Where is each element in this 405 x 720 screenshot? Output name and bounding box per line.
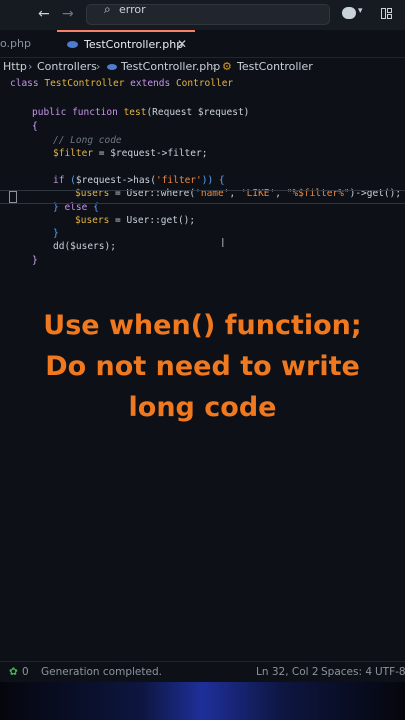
breadcrumb-file[interactable]: TestController.php [121, 60, 220, 73]
forward-arrow-icon[interactable]: → [62, 6, 74, 22]
cursor-position[interactable]: Ln 32, Col 2 [256, 666, 319, 678]
editor-tabs: o.php TestController.php ✕ [0, 30, 405, 58]
problems-count[interactable]: 0 [22, 666, 29, 678]
search-icon: ⌕ [104, 2, 111, 16]
php-file-icon [107, 64, 117, 70]
mouse-text-cursor-icon: I [221, 236, 225, 250]
caption-line-2: Do not need to write [45, 351, 360, 382]
php-file-icon [67, 41, 78, 48]
problems-icon[interactable]: ✿ [9, 666, 18, 678]
code-line: if ($request->has('filter')) { [53, 175, 225, 186]
close-icon[interactable]: ✕ [177, 32, 187, 57]
layout-icon[interactable] [381, 8, 392, 19]
breadcrumb-controllers[interactable]: Controllers [37, 60, 97, 73]
breadcrumb: Http › Controllers › TestController.php … [0, 60, 405, 76]
chevron-down-icon[interactable]: ▾ [358, 6, 363, 16]
bottom-background [0, 682, 405, 720]
tab-label: o.php [0, 37, 31, 50]
search-text: error [119, 3, 146, 16]
tab-other-php[interactable]: o.php [0, 30, 57, 57]
code-line: $filter = $request->filter; [53, 148, 208, 159]
code-line: dd($users); [53, 241, 116, 252]
breadcrumb-class[interactable]: TestController [237, 60, 313, 73]
encoding-setting[interactable]: UTF-8 [375, 666, 405, 678]
tab-label: TestController.php [84, 38, 184, 51]
breadcrumb-separator: › [28, 60, 33, 73]
class-icon: ⚙ [222, 60, 232, 73]
video-caption: Use when() function; Do not need to writ… [0, 305, 405, 428]
tab-testcontroller[interactable]: TestController.php ✕ [57, 30, 195, 57]
indentation-setting[interactable]: Spaces: 4 [321, 666, 372, 678]
status-bar: ✿ 0 Generation completed. Ln 32, Col 2 S… [0, 661, 405, 682]
code-line: $users = User::get(); [75, 215, 196, 226]
code-line: } [32, 255, 38, 266]
bracket-match [9, 191, 17, 203]
code-line: { [32, 121, 38, 132]
code-line: } [53, 228, 59, 239]
caption-line-1: Use when() function; [43, 310, 362, 341]
current-line-highlight [0, 190, 405, 204]
status-message: Generation completed. [41, 666, 162, 678]
code-line: class TestController extends Controller [10, 78, 234, 89]
caption-line-3: long code [128, 392, 277, 423]
breadcrumb-separator: › [96, 60, 101, 73]
title-bar: ← → ⌕ error ▾ [0, 0, 405, 30]
code-line: // Long code [53, 135, 122, 146]
back-arrow-icon[interactable]: ← [38, 6, 50, 22]
breadcrumb-separator: › [212, 60, 217, 73]
copilot-icon[interactable] [342, 7, 356, 19]
code-line: public function test(Request $request) [32, 107, 250, 118]
breadcrumb-http[interactable]: Http [3, 60, 27, 73]
